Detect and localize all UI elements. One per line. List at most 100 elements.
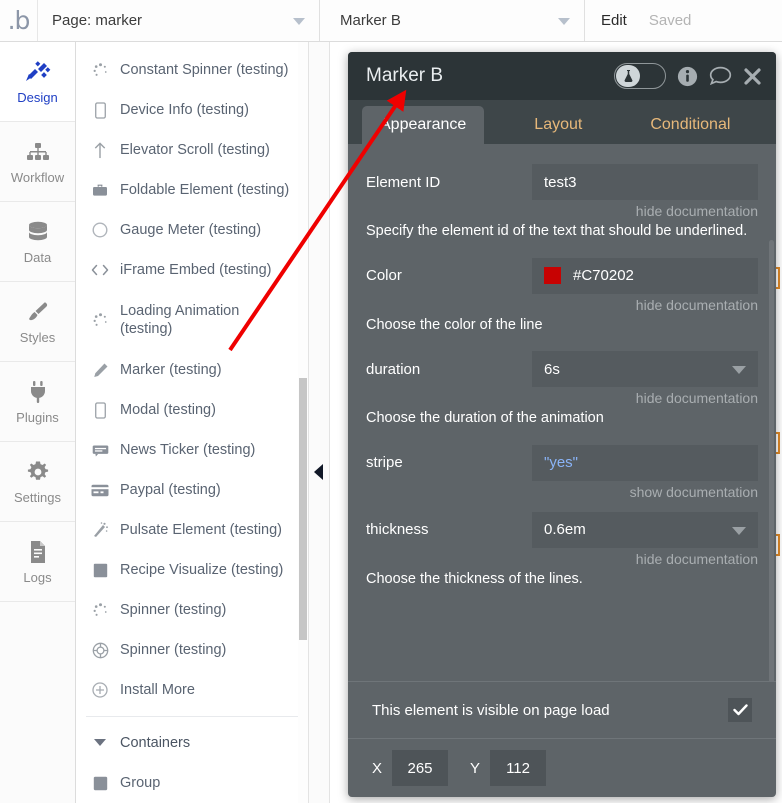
- list-item-label: Install More: [120, 681, 195, 698]
- experiment-toggle[interactable]: [614, 63, 666, 89]
- list-item-marker[interactable]: Marker (testing): [76, 350, 308, 390]
- property-editor-body: Element ID test3 hide documentation Spec…: [348, 144, 776, 681]
- doc-toggle-element-id[interactable]: hide documentation: [366, 203, 758, 219]
- sidebar-item-workflow[interactable]: Workflow: [0, 122, 75, 202]
- tab-appearance[interactable]: Appearance: [362, 106, 485, 144]
- palette-divider: [86, 716, 308, 717]
- sidebar-item-label: Workflow: [10, 169, 65, 185]
- color-input[interactable]: #C70202: [532, 257, 758, 294]
- sidebar-item-settings[interactable]: Settings: [0, 442, 75, 522]
- document-icon: [28, 539, 48, 565]
- top-bar-actions: Edit Saved: [585, 0, 691, 41]
- database-icon: [26, 219, 50, 245]
- y-label: Y: [470, 759, 481, 777]
- tab-conditional[interactable]: Conditional: [632, 106, 748, 144]
- doc-toggle-duration[interactable]: hide documentation: [366, 390, 758, 406]
- list-item[interactable]: Elevator Scroll (testing): [76, 130, 308, 170]
- list-item-label: Constant Spinner (testing): [120, 61, 289, 78]
- spinner-icon: [90, 602, 110, 618]
- property-editor-panel: Marker B Appearance Layout Conditional E…: [348, 52, 776, 797]
- briefcase-icon: [90, 183, 110, 198]
- property-editor-scrollbar[interactable]: [769, 240, 774, 681]
- duration-dropdown[interactable]: 6s: [532, 351, 758, 388]
- doc-toggle-stripe[interactable]: show documentation: [366, 484, 758, 500]
- sidebar-item-styles[interactable]: Styles: [0, 282, 75, 362]
- field-value: test3: [544, 173, 577, 191]
- list-item[interactable]: Constant Spinner (testing): [76, 50, 308, 90]
- y-input[interactable]: 112: [490, 750, 547, 786]
- doc-toggle-color[interactable]: hide documentation: [366, 297, 758, 313]
- list-item[interactable]: Pulsate Element (testing): [76, 510, 308, 550]
- edit-mode-button[interactable]: Edit: [601, 12, 627, 29]
- close-icon[interactable]: [743, 67, 762, 86]
- field-label: Element ID: [366, 173, 441, 191]
- visible-on-load-label: This element is visible on page load: [372, 701, 610, 719]
- field-value: "yes": [544, 454, 578, 472]
- list-item-label: Recipe Visualize (testing): [120, 561, 284, 578]
- doc-toggle-thickness[interactable]: hide documentation: [366, 551, 758, 567]
- sidebar-item-design[interactable]: Design: [0, 42, 75, 122]
- flask-icon: [616, 65, 640, 87]
- info-icon[interactable]: [677, 66, 698, 87]
- list-item[interactable]: News Ticker (testing): [76, 430, 308, 470]
- page-selector-label: Page: marker: [52, 12, 143, 29]
- list-item[interactable]: Gauge Meter (testing): [76, 210, 308, 250]
- design-tools-icon: [25, 59, 51, 85]
- palette-group-containers[interactable]: Containers: [76, 723, 308, 763]
- bubble-logo[interactable]: .b: [0, 0, 38, 41]
- chevron-down-icon: [90, 739, 110, 747]
- tab-layout[interactable]: Layout: [516, 106, 600, 144]
- chevron-down-icon: [293, 17, 305, 25]
- list-item-label: Paypal (testing): [120, 481, 221, 498]
- list-item[interactable]: Group: [76, 763, 308, 803]
- list-item[interactable]: Paypal (testing): [76, 470, 308, 510]
- list-item[interactable]: Foldable Element (testing): [76, 170, 308, 210]
- plus-circle-icon: [90, 682, 110, 698]
- square-icon: [90, 563, 110, 578]
- palette-group-label: Containers: [120, 734, 191, 751]
- install-more-button[interactable]: Install More: [76, 670, 308, 710]
- list-item-label: Spinner (testing): [120, 641, 227, 658]
- property-editor-header-icons: [614, 63, 762, 89]
- element-id-input[interactable]: test3: [532, 164, 758, 200]
- collapse-palette-button[interactable]: [314, 464, 323, 480]
- element-selector[interactable]: Marker B: [320, 0, 585, 41]
- field-stripe: stripe "yes": [366, 444, 758, 481]
- property-editor-tabs: Appearance Layout Conditional: [348, 100, 776, 144]
- stripe-input[interactable]: "yes": [532, 444, 758, 481]
- card-icon: [90, 484, 110, 497]
- list-item-label: iFrame Embed (testing): [120, 261, 272, 278]
- chevron-down-icon: [558, 17, 570, 25]
- palette-scrollbar-thumb[interactable]: [299, 378, 307, 640]
- arrow-up-icon: [90, 141, 110, 159]
- spinner-icon: [90, 62, 110, 78]
- field-label: Color: [366, 267, 402, 285]
- visible-on-load-row: This element is visible on page load: [348, 682, 776, 738]
- page-selector[interactable]: Page: marker: [38, 0, 320, 41]
- list-item[interactable]: Loading Animation (testing): [76, 290, 308, 350]
- sidebar-item-data[interactable]: Data: [0, 202, 75, 282]
- list-item[interactable]: Recipe Visualize (testing): [76, 550, 308, 590]
- list-item-label: Modal (testing): [120, 401, 216, 418]
- comment-icon[interactable]: [709, 66, 732, 86]
- list-item[interactable]: Device Info (testing): [76, 90, 308, 130]
- plug-icon: [27, 379, 49, 405]
- list-item[interactable]: Spinner (testing): [76, 630, 308, 670]
- visible-on-load-checkbox[interactable]: [728, 698, 752, 722]
- x-label: X: [372, 759, 383, 777]
- tab-label: Conditional: [650, 116, 731, 133]
- list-item[interactable]: Modal (testing): [76, 390, 308, 430]
- thickness-dropdown[interactable]: 0.6em: [532, 511, 758, 548]
- field-thickness: thickness 0.6em: [366, 511, 758, 548]
- sidebar-item-logs[interactable]: Logs: [0, 522, 75, 602]
- element-palette-list[interactable]: Constant Spinner (testing) Device Info (…: [76, 42, 308, 803]
- field-value: 6s: [544, 360, 560, 378]
- x-input[interactable]: 265: [392, 750, 449, 786]
- spinner-circle-icon: [90, 642, 110, 659]
- list-item-label: Device Info (testing): [120, 101, 249, 118]
- list-item-label: Loading Animation (testing): [120, 302, 240, 337]
- color-swatch: [544, 267, 561, 285]
- sidebar-item-plugins[interactable]: Plugins: [0, 362, 75, 442]
- list-item[interactable]: iFrame Embed (testing): [76, 250, 308, 290]
- list-item[interactable]: Spinner (testing): [76, 590, 308, 630]
